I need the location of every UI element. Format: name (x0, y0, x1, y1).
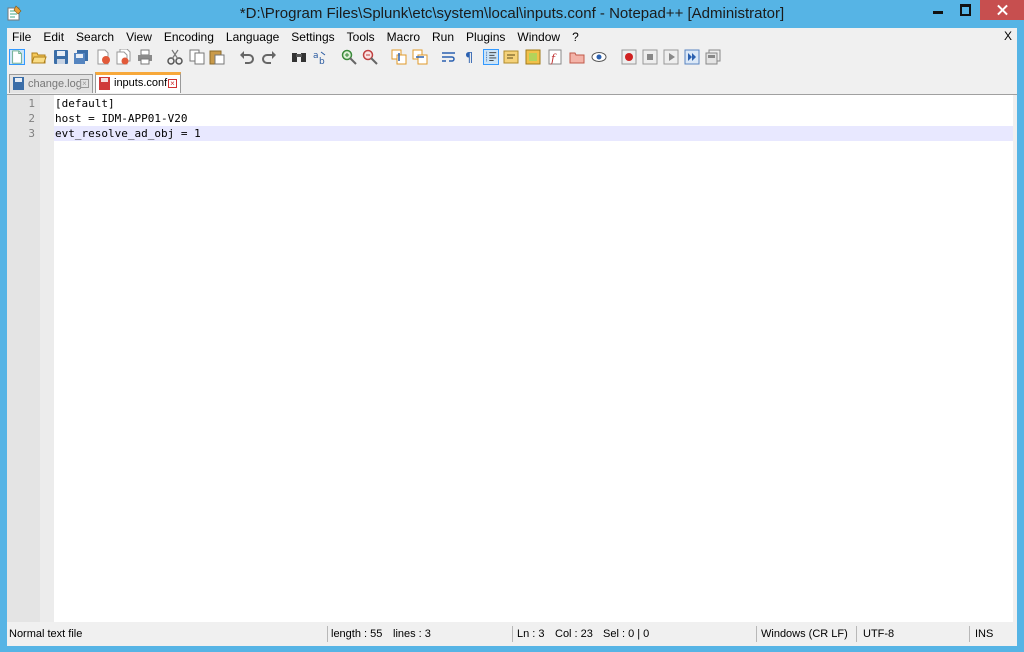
status-file-type: Normal text file (9, 628, 83, 640)
play-macro-icon[interactable] (663, 49, 679, 65)
indent-guide-icon[interactable] (483, 49, 499, 65)
code-line[interactable]: 2 host = IDM-APP01-V20 (7, 111, 1013, 126)
line-number: 3 (28, 127, 35, 140)
menu-bar: File Edit Search View Encoding Language … (7, 28, 1017, 46)
line-text[interactable]: evt_resolve_ad_obj = 1 (55, 126, 201, 141)
maximize-button[interactable] (952, 0, 979, 20)
function-list-icon[interactable]: f (547, 49, 563, 65)
save-macro-icon[interactable] (705, 49, 721, 65)
paste-icon[interactable] (209, 49, 225, 65)
tab-label: change.log (28, 78, 82, 90)
svg-text:¶: ¶ (465, 51, 473, 65)
new-file-icon[interactable] (9, 49, 25, 65)
svg-text:b: b (319, 57, 325, 65)
menu-settings[interactable]: Settings (286, 28, 339, 46)
monitoring-icon[interactable] (591, 49, 607, 65)
code-line[interactable]: 1 [default] (7, 96, 1013, 111)
unsaved-file-icon (99, 77, 110, 90)
undo-icon[interactable] (239, 49, 255, 65)
menu-edit[interactable]: Edit (38, 28, 69, 46)
menu-file[interactable]: File (7, 28, 36, 46)
menu-macro[interactable]: Macro (382, 28, 425, 46)
notepad-plus-plus-window: *D:\Program Files\Splunk\etc\system\loca… (0, 0, 1024, 652)
menu-help[interactable]: ? (567, 28, 584, 46)
menu-view[interactable]: View (121, 28, 157, 46)
menu-plugins[interactable]: Plugins (461, 28, 510, 46)
status-lines: lines : 3 (393, 628, 431, 640)
line-text[interactable]: host = IDM-APP01-V20 (55, 111, 187, 126)
status-eol[interactable]: Windows (CR LF) (759, 625, 848, 643)
line-number: 2 (28, 112, 35, 125)
status-divider (856, 626, 857, 642)
tab-inputs-conf[interactable]: inputs.conf × (95, 72, 181, 93)
copy-icon[interactable] (189, 49, 205, 65)
status-column: Col : 23 (555, 628, 593, 640)
svg-text:a: a (313, 51, 319, 61)
status-insert-mode[interactable]: INS (973, 625, 993, 643)
status-divider (512, 626, 513, 642)
user-language-icon[interactable] (503, 49, 519, 65)
stop-macro-icon[interactable] (642, 49, 658, 65)
close-icon[interactable] (95, 49, 111, 65)
show-all-chars-icon[interactable]: ¶ (462, 49, 478, 65)
menu-tools[interactable]: Tools (342, 28, 380, 46)
menu-language[interactable]: Language (221, 28, 284, 46)
doc-map-icon[interactable] (525, 49, 541, 65)
close-all-icon[interactable] (115, 49, 131, 65)
find-icon[interactable] (291, 49, 307, 65)
zoom-out-icon[interactable] (362, 49, 378, 65)
sync-vertical-icon[interactable] (391, 49, 407, 65)
tab-bar: change.log × inputs.conf × (7, 72, 1017, 94)
save-all-icon[interactable] (73, 49, 89, 65)
line-number: 1 (28, 97, 35, 110)
code-line[interactable]: 3 evt_resolve_ad_obj = 1 (7, 126, 1013, 141)
close-window-button[interactable] (980, 0, 1024, 20)
status-encoding[interactable]: UTF-8 (861, 625, 894, 643)
saved-file-icon (13, 77, 24, 90)
word-wrap-icon[interactable] (441, 49, 457, 65)
status-divider (327, 626, 328, 642)
redo-icon[interactable] (261, 49, 277, 65)
menu-window[interactable]: Window (512, 28, 565, 46)
folder-workspace-icon[interactable] (569, 49, 585, 65)
line-text[interactable]: [default] (55, 96, 115, 111)
menu-run[interactable]: Run (427, 28, 459, 46)
status-bar: Normal text file length : 55 lines : 3 L… (7, 624, 1017, 644)
tab-close-icon[interactable]: × (168, 79, 177, 88)
status-divider (756, 626, 757, 642)
vertical-scrollbar[interactable] (1013, 95, 1017, 622)
close-document-button[interactable]: X (1004, 29, 1012, 43)
tab-label: inputs.conf (114, 77, 168, 89)
title-bar[interactable]: *D:\Program Files\Splunk\etc\system\loca… (0, 0, 1024, 28)
replace-icon[interactable]: ab (312, 49, 328, 65)
save-icon[interactable] (53, 49, 69, 65)
status-line-number: Ln : 3 (517, 628, 545, 640)
tab-change-log[interactable]: change.log × (9, 74, 93, 93)
status-divider (969, 626, 970, 642)
open-file-icon[interactable] (31, 49, 47, 65)
window-title: *D:\Program Files\Splunk\etc\system\loca… (239, 5, 785, 22)
record-macro-icon[interactable] (621, 49, 637, 65)
zoom-in-icon[interactable] (341, 49, 357, 65)
client-area: File Edit Search View Encoding Language … (7, 28, 1017, 646)
text-editor[interactable]: 1 [default] 2 host = IDM-APP01-V20 3 evt… (7, 94, 1017, 622)
fold-margin[interactable] (40, 95, 54, 622)
toolbar: ab ¶ f (7, 47, 1017, 69)
status-selection: Sel : 0 | 0 (603, 628, 650, 640)
menu-encoding[interactable]: Encoding (159, 28, 219, 46)
tab-close-icon[interactable]: × (80, 79, 89, 88)
cut-icon[interactable] (167, 49, 183, 65)
sync-horizontal-icon[interactable] (412, 49, 428, 65)
print-icon[interactable] (137, 49, 153, 65)
run-macro-multiple-icon[interactable] (684, 49, 700, 65)
minimize-button[interactable] (925, 0, 951, 20)
status-length: length : 55 (331, 628, 383, 640)
menu-search[interactable]: Search (71, 28, 119, 46)
